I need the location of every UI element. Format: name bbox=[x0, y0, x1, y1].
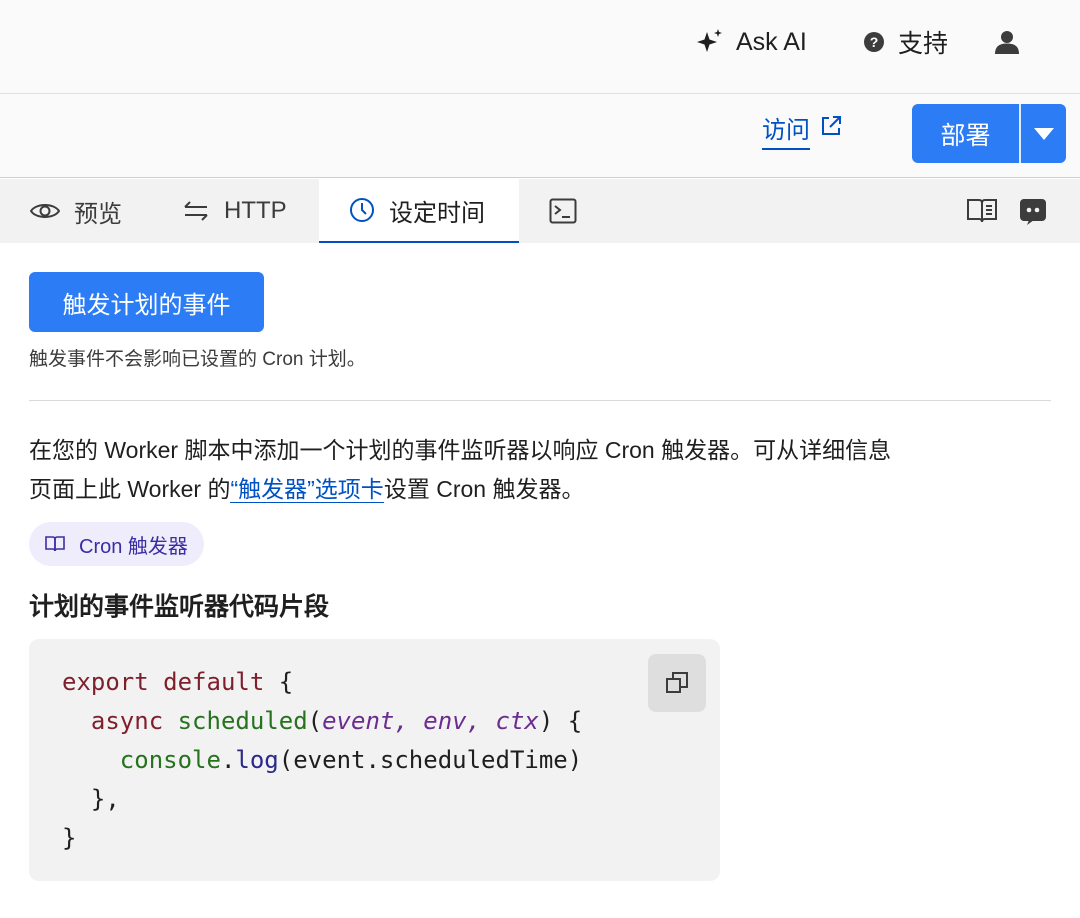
triggers-tab-link[interactable]: “触发器”选项卡 bbox=[230, 476, 384, 503]
visit-label: 访问 bbox=[762, 110, 810, 150]
code-token: (event.scheduledTime) bbox=[278, 746, 583, 774]
action-bar: 访问 部署 bbox=[0, 94, 1080, 178]
tab-preview[interactable]: 预览 bbox=[30, 179, 122, 243]
code-token: ctx bbox=[495, 707, 539, 735]
visit-link[interactable]: 访问 bbox=[762, 110, 842, 150]
code-token: } bbox=[62, 824, 77, 852]
support-label: 支持 bbox=[898, 30, 949, 58]
tab-schedule[interactable]: 设定时间 bbox=[319, 179, 519, 243]
code-token: scheduled bbox=[177, 707, 308, 735]
tab-terminal[interactable] bbox=[549, 179, 591, 243]
external-link-icon bbox=[822, 116, 841, 135]
copy-code-button[interactable] bbox=[648, 654, 706, 712]
deploy-options-button[interactable] bbox=[1021, 104, 1066, 163]
book-icon bbox=[45, 536, 65, 552]
clock-icon bbox=[350, 198, 374, 222]
code-snippet: export default { async scheduled(event, … bbox=[62, 668, 583, 852]
support-button[interactable]: ? 支持 bbox=[864, 24, 948, 60]
tab-http-label: HTTP bbox=[224, 197, 287, 224]
discord-icon[interactable] bbox=[1019, 198, 1047, 231]
copy-icon bbox=[666, 672, 688, 693]
cron-badge-label: Cron 触发器 bbox=[79, 535, 188, 558]
tab-preview-label: 预览 bbox=[74, 200, 122, 228]
code-block: export default { async scheduled(event, … bbox=[29, 639, 720, 881]
help-icon: ? bbox=[864, 32, 884, 52]
ask-ai-label: Ask AI bbox=[736, 27, 807, 56]
deploy-button-group: 部署 bbox=[912, 104, 1066, 163]
ask-ai-button[interactable]: Ask AI bbox=[696, 24, 807, 60]
trigger-note: 触发事件不会影响已设置的 Cron 计划。 bbox=[29, 349, 366, 370]
code-token: async bbox=[90, 707, 164, 735]
snippet-title: 计划的事件监听器代码片段 bbox=[29, 593, 330, 621]
code-token: export default bbox=[62, 668, 265, 696]
code-token: log bbox=[235, 746, 279, 774]
tab-bar: 预览 HTTP 设定时间 bbox=[0, 179, 1080, 243]
tab-schedule-label: 设定时间 bbox=[389, 199, 485, 227]
terminal-icon bbox=[549, 198, 577, 224]
code-token: { bbox=[264, 668, 294, 696]
deploy-divider bbox=[1019, 104, 1021, 163]
caret-down-icon bbox=[1033, 127, 1054, 140]
top-bar: Ask AI ? 支持 bbox=[0, 0, 1080, 94]
docs-book-icon[interactable] bbox=[966, 197, 998, 230]
user-menu-button[interactable] bbox=[994, 24, 1020, 60]
code-token: event bbox=[322, 707, 395, 735]
cron-triggers-docs-link[interactable]: Cron 触发器 bbox=[29, 522, 204, 566]
description: 在您的 Worker 脚本中添加一个计划的事件监听器以响应 Cron 触发器。可… bbox=[29, 431, 909, 509]
trigger-scheduled-event-button[interactable]: 触发计划的事件 bbox=[29, 272, 264, 332]
tab-http[interactable]: HTTP bbox=[182, 179, 287, 243]
code-token: }, bbox=[90, 785, 120, 813]
code-token: env bbox=[423, 707, 467, 735]
description-text-2: 设置 Cron 触发器。 bbox=[383, 476, 585, 502]
deploy-button[interactable]: 部署 bbox=[912, 104, 1019, 163]
user-icon bbox=[995, 31, 1019, 54]
divider bbox=[29, 400, 1051, 401]
code-token: console bbox=[119, 746, 221, 774]
sparkle-icon bbox=[697, 29, 722, 52]
eye-icon bbox=[30, 204, 60, 218]
swap-arrows-icon bbox=[184, 201, 208, 221]
